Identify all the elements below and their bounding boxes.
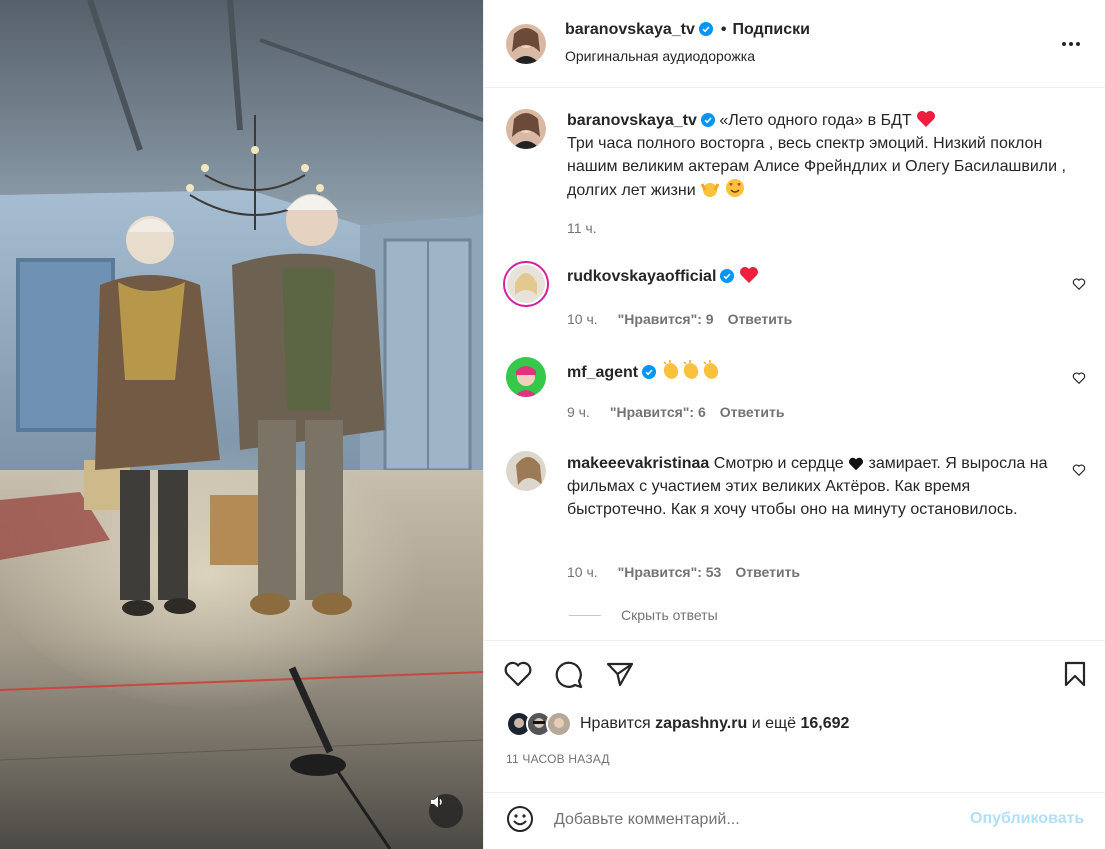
comment-likes-count[interactable]: "Нравится": 53 [618,564,722,580]
mute-toggle-button[interactable] [429,794,463,828]
comment-username[interactable]: mf_agent [567,364,638,381]
caption-line1: «Лето одного года» в БДТ [719,112,912,129]
comment-time: 10 ч. [567,311,598,327]
comment-input[interactable] [554,807,954,833]
emoji-smile-icon[interactable] [506,805,534,833]
likes-prefix: Нравится [580,715,651,732]
post-header: baranovskaya_tv • Подписки Оригинальная ау… [484,0,1105,88]
comment-bubble-icon[interactable] [555,661,583,689]
comments-list[interactable]: baranovskaya_tv «Лето одного года» в БДТ… [484,89,1105,640]
verified-badge-icon [720,269,735,283]
comment-text: rudkovskaya​official [567,265,759,288]
comment-username[interactable]: makeeevakristinaa [567,455,709,472]
clapping-hands-emoji-icon [703,360,718,379]
comment-meta: 10 ч. "Нравится": 9 Ответить [567,311,792,327]
like-comment-heart-icon[interactable] [1072,371,1086,385]
caption-body: Три часа полного восторга , весь спектр … [567,135,1066,199]
replies-divider-line [569,614,601,616]
verified-badge-icon [642,365,657,379]
likes-user-link[interactable]: zapashny.ru [655,715,747,733]
save-bookmark-icon[interactable] [1064,661,1086,687]
header-user-line: baranovskaya_tv • Подписки [565,21,810,39]
likes-summary: Нравится zapashny.ru и ещё 16,692 [506,711,849,737]
more-dot-icon [1062,42,1066,46]
likes-count-link[interactable]: 16,692 [800,715,849,733]
likes-middle: и ещё [751,715,797,732]
comment-likes-count[interactable]: "Нравится": 6 [610,404,706,420]
comment-meta: 9 ч. "Нравится": 6 Ответить [567,404,784,420]
verified-badge-icon [700,113,715,127]
raising-hands-emoji-icon [700,183,720,197]
more-options-button[interactable] [1062,36,1084,52]
post-actions: Нравится zapashny.ru и ещё 16,692 11 ЧАС… [484,640,1105,792]
commenter-avatar[interactable] [506,357,546,397]
more-dot-icon [1069,42,1073,46]
comment-body-start: Смотрю и сердце [713,455,844,472]
liker-avatar [546,711,572,737]
heart-eyes-emoji-icon [725,179,744,197]
comment-time: 9 ч. [567,404,590,420]
comment-text: mf_agent [567,360,721,384]
separator-dot: • [720,21,727,38]
red-heart-emoji-icon [739,267,758,283]
comment-time: 10 ч. [567,564,598,580]
author-username[interactable]: baranovskaya_tv [565,21,695,38]
original-audio-link[interactable]: Оригинальная аудиодорожка [565,48,755,64]
publish-button[interactable]: Опубликовать [970,810,1084,828]
video-frame [0,0,483,849]
post-time-ago[interactable]: 11 ЧАСОВ НАЗАД [506,752,610,766]
clapping-hands-emoji-icon [663,360,678,379]
red-heart-emoji-icon [917,111,936,127]
like-heart-icon[interactable] [504,661,532,687]
like-comment-heart-icon[interactable] [1072,277,1086,291]
like-comment-heart-icon[interactable] [1072,463,1086,477]
verified-badge-icon [698,22,713,36]
share-paper-plane-icon[interactable] [606,661,634,687]
hide-replies-label: Скрыть ответы [621,607,718,623]
following-button[interactable]: Подписки [732,21,809,38]
caption-avatar[interactable] [506,109,546,149]
reply-button[interactable]: Ответить [735,564,800,580]
caption-text: baranovskaya_tv «Лето одного года» в БДТ… [567,109,1067,202]
black-heart-emoji-icon [849,457,864,471]
add-comment-bar: Опубликовать [484,792,1105,849]
comment-username[interactable]: rudkovskaya​official [567,268,716,285]
reply-button[interactable]: Ответить [728,311,793,327]
post-video[interactable] [0,0,483,849]
post-side-panel: baranovskaya_tv • Подписки Оригинальная ау… [483,0,1105,849]
speaker-icon [431,796,442,808]
clapping-hands-emoji-icon [683,360,698,379]
liker-avatars[interactable] [506,711,574,737]
caption-username[interactable]: baranovskaya_tv [567,112,697,129]
commenter-avatar[interactable] [503,261,549,307]
post-modal: baranovskaya_tv • Подписки Оригинальная ау… [0,0,1105,849]
comment-text: makeeevakristinaa Смотрю и сердце замира… [567,452,1072,521]
commenter-avatar[interactable] [506,451,546,491]
author-avatar[interactable] [506,24,546,64]
hide-replies-button[interactable]: Скрыть ответы [569,607,718,623]
comment-meta: 10 ч. "Нравится": 53 Ответить [567,564,800,580]
more-dot-icon [1076,42,1080,46]
caption-time: 11 ч. [567,220,597,236]
reply-button[interactable]: Ответить [720,404,785,420]
comment-likes-count[interactable]: "Нравится": 9 [618,311,714,327]
